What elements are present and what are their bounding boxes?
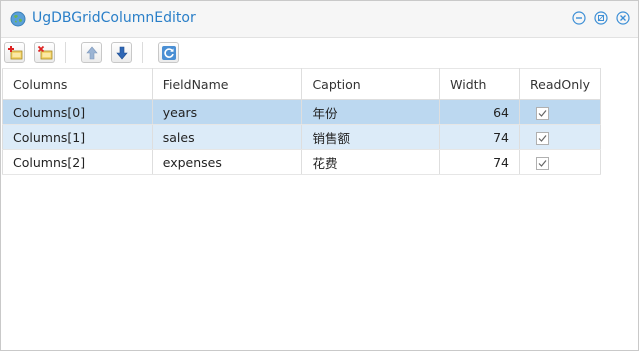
- header-row: Columns FieldName Caption Width ReadOnly: [2, 68, 601, 100]
- toolbar-separator: [142, 42, 143, 63]
- minimize-icon[interactable]: [572, 11, 586, 25]
- move-down-button[interactable]: [111, 42, 132, 63]
- cell-width[interactable]: 74: [439, 149, 521, 175]
- cell-fieldname[interactable]: expenses: [151, 149, 303, 175]
- close-icon[interactable]: [616, 11, 630, 25]
- checkmark-icon: [538, 109, 547, 117]
- cell-fieldname[interactable]: years: [151, 99, 303, 125]
- checkmark-icon: [538, 159, 547, 167]
- cell-caption[interactable]: 年份: [301, 99, 441, 125]
- checkmark-icon: [538, 134, 547, 142]
- cell-fieldname[interactable]: sales: [151, 124, 303, 150]
- refresh-button[interactable]: [158, 42, 179, 63]
- window-title: UgDBGridColumnEditor: [32, 10, 196, 26]
- header-caption[interactable]: Caption: [301, 68, 441, 100]
- add-column-button[interactable]: [4, 42, 25, 63]
- title-bar[interactable]: UgDBGridColumnEditor: [1, 1, 638, 38]
- cell-column[interactable]: Columns[0]: [2, 99, 153, 125]
- header-width[interactable]: Width: [439, 68, 521, 100]
- cell-readonly[interactable]: [519, 124, 601, 150]
- table-row[interactable]: Columns[2] expenses 花费 74: [2, 149, 601, 175]
- cell-column[interactable]: Columns[1]: [2, 124, 153, 150]
- restore-icon[interactable]: [594, 11, 608, 25]
- cell-readonly[interactable]: [519, 99, 601, 125]
- readonly-checkbox[interactable]: [536, 131, 550, 145]
- columns-grid: Columns FieldName Caption Width ReadOnly…: [2, 68, 601, 175]
- column-editor-window: UgDBGridColumnEditor Columns FieldName C…: [0, 0, 639, 351]
- cell-readonly[interactable]: [519, 149, 601, 175]
- add-icon: [8, 46, 23, 60]
- header-readonly[interactable]: ReadOnly: [519, 68, 601, 100]
- globe-icon: [10, 11, 26, 27]
- cell-caption[interactable]: 花费: [301, 149, 441, 175]
- readonly-checkbox[interactable]: [536, 106, 550, 120]
- table-row[interactable]: Columns[0] years 年份 64: [2, 99, 601, 125]
- cell-width[interactable]: 64: [439, 99, 521, 125]
- delete-column-button[interactable]: [34, 42, 55, 63]
- refresh-icon: [162, 46, 176, 60]
- header-fieldname[interactable]: FieldName: [151, 68, 303, 100]
- cell-caption[interactable]: 销售额: [301, 124, 441, 150]
- readonly-checkbox[interactable]: [536, 156, 550, 170]
- arrow-up-icon: [86, 46, 98, 60]
- toolbar: [1, 38, 638, 67]
- delete-icon: [37, 45, 53, 60]
- cell-column[interactable]: Columns[2]: [2, 149, 153, 175]
- cell-width[interactable]: 74: [439, 124, 521, 150]
- table-row[interactable]: Columns[1] sales 销售额 74: [2, 124, 601, 150]
- move-up-button[interactable]: [81, 42, 102, 63]
- header-columns[interactable]: Columns: [2, 68, 153, 100]
- arrow-down-icon: [116, 46, 128, 60]
- toolbar-separator: [65, 42, 66, 63]
